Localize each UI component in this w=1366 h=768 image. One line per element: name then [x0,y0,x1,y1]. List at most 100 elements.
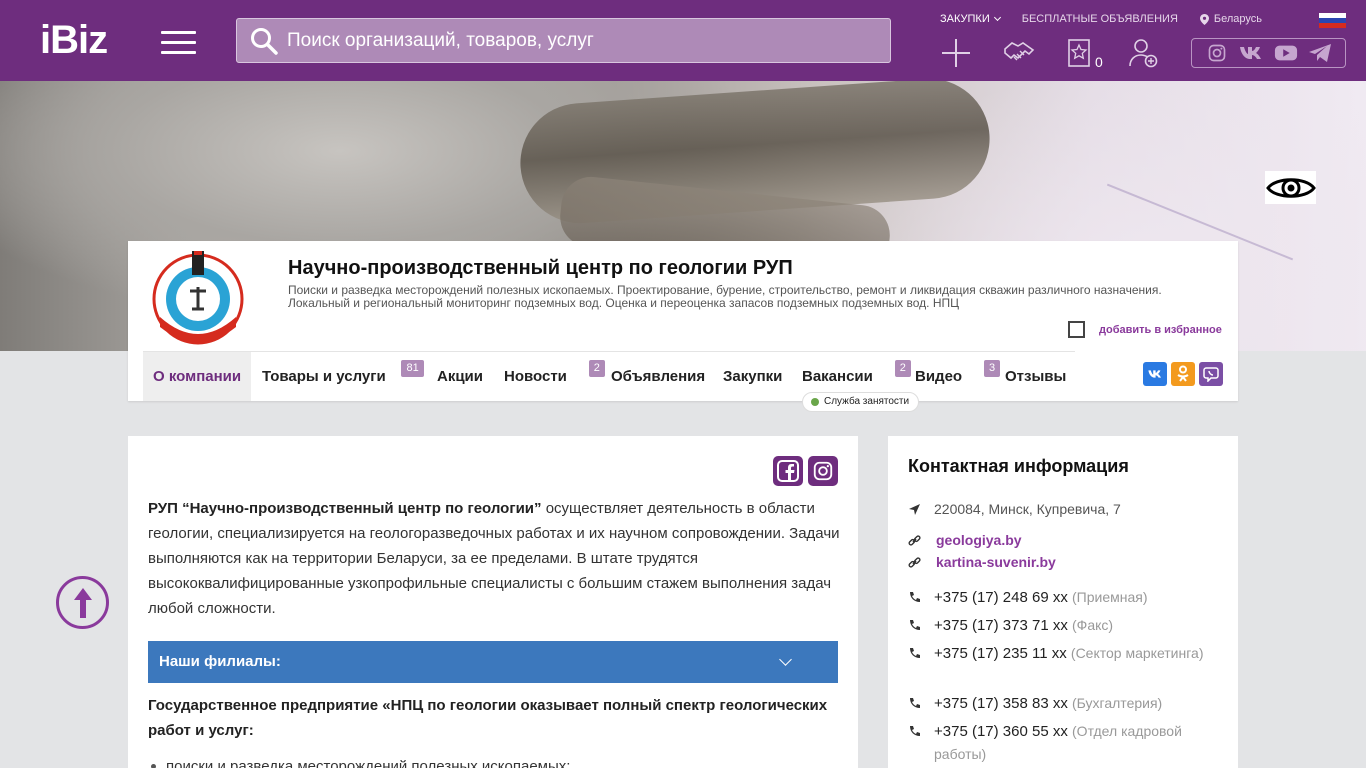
website-link[interactable]: kartina-suvenir.by [908,551,1218,574]
service-list-item: поиски и разведка месторождений полезных… [148,758,570,768]
tab-label: Отзывы [1005,368,1067,385]
about-section: РУП “Научно-производственный центр по ге… [128,436,858,768]
tab-news[interactable]: Новости 2 [494,352,605,401]
top-links: ЗАКУПКИ БЕСПЛАТНЫЕ ОБЪЯВЛЕНИЯ Беларусь [940,13,1284,25]
tab-products[interactable]: Товары и услуги 81 [252,352,424,401]
tab-label: Вакансии [802,368,873,385]
website-link[interactable]: geologiya.by [908,529,1218,552]
location-arrow-icon [909,504,920,515]
header-social-links [1191,38,1346,68]
filials-label: Наши филиалы: [159,653,281,670]
plus-icon[interactable] [940,37,972,69]
contact-phone[interactable]: +375 (17) 248 69 xx (Приемная) [908,586,1218,609]
phone-number[interactable]: +375 (17) 358 83 xx [934,695,1068,712]
contact-website[interactable]: geologiya.by [908,529,1218,552]
tab-reviews[interactable]: Отзывы [995,352,1076,401]
tab-label: Акции [437,368,484,385]
chevron-down-icon [779,653,792,666]
region-label: Беларусь [1213,13,1262,25]
company-description: Поиски и разведка месторождений полезных… [288,283,1162,310]
purchases-link[interactable]: ЗАКУПКИ [940,13,1001,25]
contact-phone[interactable]: +375 (17) 360 55 xx (Отдел кадровой рабо… [908,720,1218,766]
top-bar: iBiz ЗАКУПКИ БЕСПЛАТНЫЕ ОБЪЯВЛЕНИЯ Белар… [0,0,1366,81]
free-ads-link[interactable]: БЕСПЛАТНЫЕ ОБЪЯВЛЕНИЯ [1022,13,1178,25]
handshake-icon[interactable] [1003,37,1035,69]
company-tabs: О компании Товары и услуги 81 Акции Новос… [143,351,1075,401]
chevron-down-icon [993,13,1001,22]
instagram-icon[interactable] [808,456,838,486]
company-logo-seal [152,251,244,345]
about-intro-rest: осуществляет деятельность в области геол… [148,500,840,617]
search-icon[interactable] [250,27,278,55]
services-heading: Государственное предприятие «НПЦ по геол… [148,697,828,739]
phone-number[interactable]: +375 (17) 248 69 xx [934,589,1068,606]
contact-address: 220084, Минск, Купревича, 7 [908,498,1218,521]
tab-label: О компании [153,368,242,385]
employment-service-icon [811,398,819,406]
site-logo[interactable]: iBiz [40,20,108,60]
tab-promotions[interactable]: Акции [427,352,493,401]
instagram-icon[interactable] [1205,43,1229,63]
employment-service-label: Служба занятости [824,396,910,407]
star-bookmark-icon[interactable] [1065,37,1097,69]
tab-label: Видео [915,368,963,385]
contact-phone[interactable]: +375 (17) 235 11 xx (Сектор маркетинга) [908,642,1218,665]
tab-label: Товары и услуги [262,368,386,385]
phone-icon [910,620,920,630]
phone-note: (Приемная) [1072,589,1148,605]
accessibility-eye-icon[interactable] [1265,171,1316,204]
contacts-title: Контактная информация [908,456,1129,476]
phone-icon [910,698,920,708]
phone-number[interactable]: +375 (17) 373 71 xx [934,617,1068,634]
phone-icon [910,648,920,658]
phone-number[interactable]: +375 (17) 360 55 xx [934,723,1068,740]
favorites-count: 0 [1095,54,1103,70]
region-selector[interactable]: Беларусь [1199,13,1262,25]
scroll-up-button[interactable] [56,576,109,629]
address-text: 220084, Минск, Купревича, 7 [934,501,1121,517]
favorites-checkbox[interactable] [1068,321,1085,338]
add-user-icon[interactable] [1127,37,1159,69]
search-box[interactable] [236,18,891,63]
link-icon [908,535,921,546]
telegram-icon[interactable] [1308,43,1332,63]
purchases-label: ЗАКУПКИ [940,13,990,25]
contact-phone[interactable]: +375 (17) 373 71 xx (Факс) [908,614,1218,637]
phone-number[interactable]: +375 (17) 235 11 xx [934,645,1067,662]
tab-purchases[interactable]: Закупки [713,352,792,401]
phone-note: (Бухгалтерия) [1072,695,1163,711]
tab-label: Закупки [723,368,783,385]
search-input[interactable] [287,19,877,62]
company-title: Научно-производственный центр по геологи… [288,257,793,279]
link-icon [908,557,921,568]
phone-note: (Факс) [1072,617,1114,633]
location-pin-icon [1199,13,1209,25]
contact-website[interactable]: kartina-suvenir.by [908,551,1218,574]
about-intro-bold: РУП “Научно-производственный центр по ге… [148,500,542,517]
favorites-label: добавить в избранное [1099,323,1222,336]
tab-ads[interactable]: Объявления [601,352,715,401]
about-intro-text: РУП “Научно-производственный центр по ге… [148,496,843,621]
language-flag-icon[interactable] [1319,13,1346,28]
contacts-section: Контактная информация 220084, Минск, Куп… [888,436,1238,768]
facebook-icon[interactable] [773,456,803,486]
tab-count-badge: 81 [401,360,424,377]
add-to-favorites[interactable]: добавить в избранное [1068,321,1222,338]
share-vk-icon[interactable] [1143,362,1167,386]
phone-icon [910,592,920,602]
share-viber-icon[interactable] [1199,362,1223,386]
tab-label: Новости [504,368,567,385]
vk-icon[interactable] [1239,43,1263,63]
tab-about[interactable]: О компании [143,352,252,401]
youtube-icon[interactable] [1274,43,1298,63]
about-social-links [768,456,838,486]
menu-burger-icon[interactable] [161,31,196,54]
phone-note: (Сектор маркетинга) [1070,645,1204,661]
share-buttons [1143,362,1227,386]
tab-label: Объявления [611,368,706,385]
phone-icon [910,726,920,736]
share-odnoklassniki-icon[interactable] [1171,362,1195,386]
employment-service-badge[interactable]: Служба занятости [802,392,920,412]
contact-phone[interactable]: +375 (17) 358 83 xx (Бухгалтерия) [908,692,1218,715]
filials-accordion[interactable]: Наши филиалы: [148,641,838,683]
